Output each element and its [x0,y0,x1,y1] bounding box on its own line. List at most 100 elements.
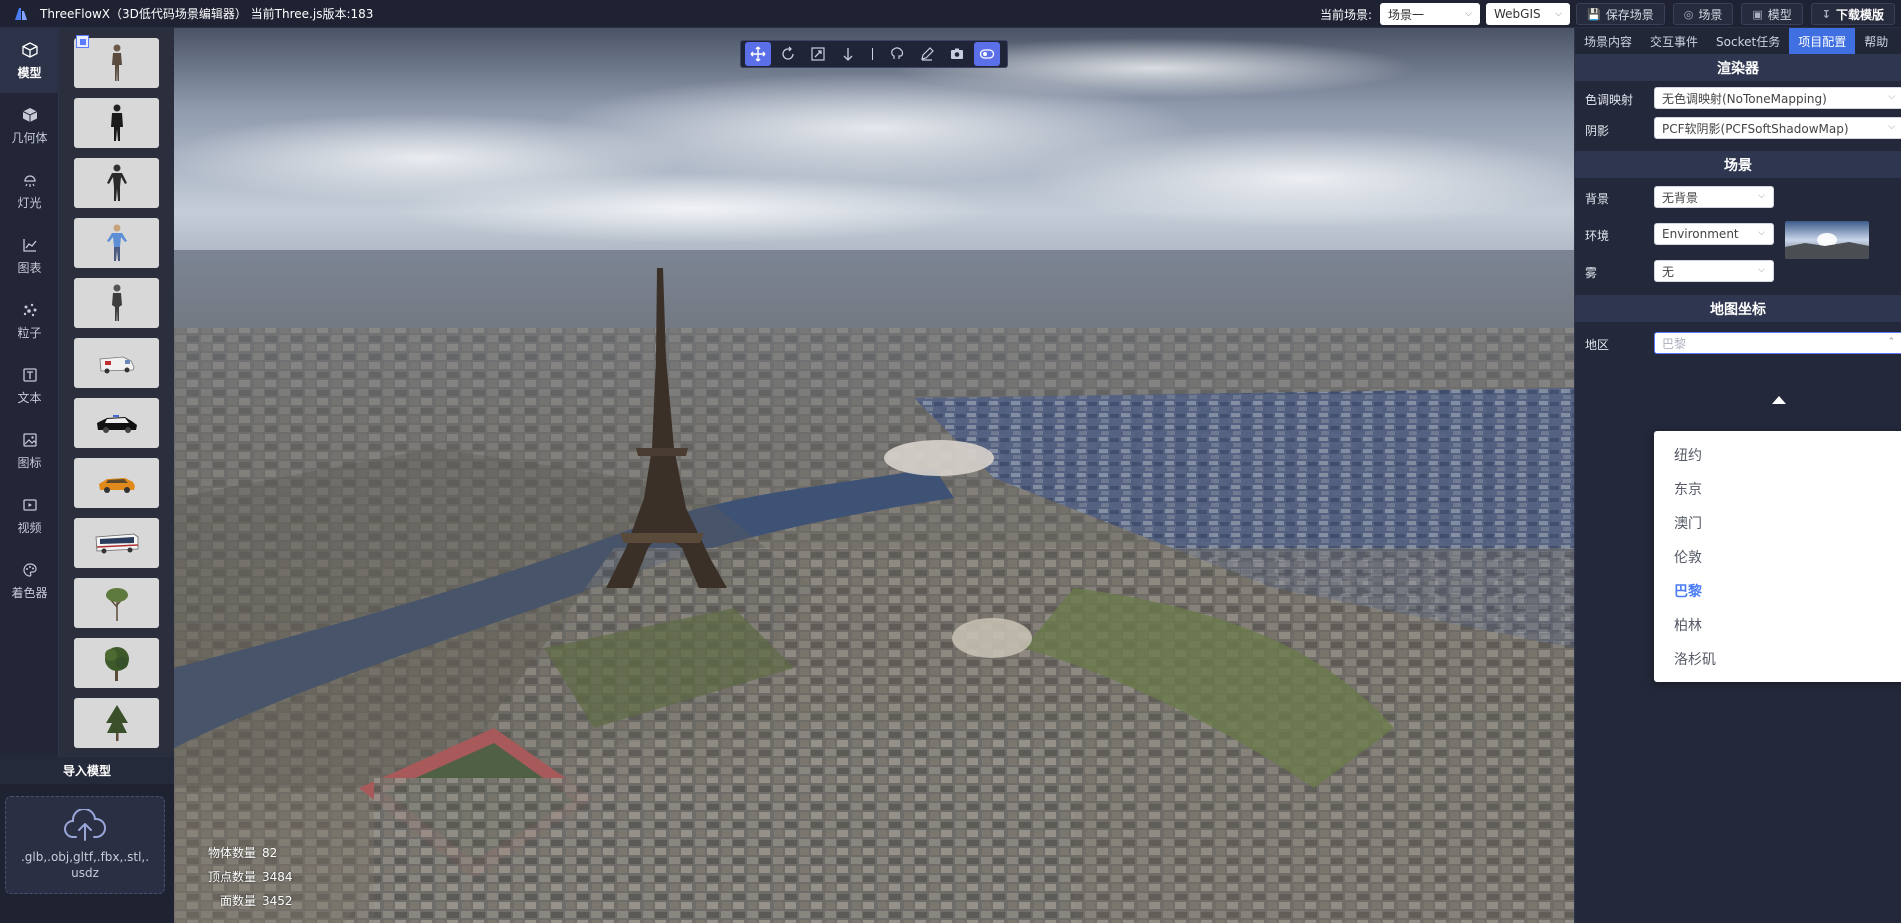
region-select[interactable]: 巴黎 ⌃ [1654,332,1901,354]
nav-item-chart[interactable]: 图表 [0,223,59,288]
region-label: 地区 [1585,338,1610,352]
rotate-icon[interactable] [775,42,801,66]
download-template-label: 下载模版 [1835,7,1884,22]
scene-select[interactable]: 场景一 ⌵ [1380,3,1480,25]
region-option[interactable]: 纽约 [1654,438,1901,472]
person-model-icon [106,224,127,261]
asset-tile-person[interactable] [74,218,159,268]
asset-tile-police-car[interactable] [74,398,159,448]
nav-item-text[interactable]: 文本 [0,353,59,418]
mode-select[interactable]: WebGIS ⌵ [1486,3,1570,25]
tab-project-config[interactable]: 项目配置 [1789,28,1856,54]
asset-tile-tree[interactable] [74,578,159,628]
region-option[interactable]: 洛杉矶 [1654,642,1901,676]
download-icon: ↧ [1821,7,1831,21]
tone-mapping-label: 色调映射 [1585,93,1634,107]
tab-socket-tasks[interactable]: Socket任务 [1707,28,1789,54]
nav-label: 模型 [17,65,42,80]
mode-select-value: WebGIS [1494,7,1541,21]
camera-icon[interactable] [944,42,970,66]
cube-outline-icon [21,41,39,59]
environment-select[interactable]: Environment ⌵ [1654,223,1774,245]
stat-value: 82 [262,846,278,860]
move-icon[interactable] [745,42,771,66]
cube-icon: ▣ [1752,7,1763,21]
nav-label: 图标 [17,455,42,470]
nav-label: 文本 [17,390,42,405]
person-model-icon [111,284,122,321]
scene-button[interactable]: ◎ 场景 [1672,3,1734,25]
region-option[interactable]: 柏林 [1654,608,1901,642]
background-label: 背景 [1585,192,1610,206]
nav-label: 粒子 [17,325,42,340]
region-option[interactable]: 澳门 [1654,506,1901,540]
drop-to-ground-icon[interactable] [835,42,861,66]
asset-tile-person[interactable] [74,98,159,148]
stat-label: 面数量 [220,894,257,908]
asset-tile-tree[interactable] [74,638,159,688]
brain-icon[interactable] [884,42,910,66]
save-scene-button[interactable]: 💾 保存场景 [1576,3,1665,25]
region-option-selected[interactable]: 巴黎 [1654,574,1901,608]
particle-icon [21,301,39,319]
scale-icon[interactable] [805,42,831,66]
stat-value: 3452 [262,894,293,908]
region-option[interactable]: 东京 [1654,472,1901,506]
import-model-panel: 导入模型 .glb,.obj,gltf,.fbx,.stl,.usdz [0,757,174,923]
import-model-title: 导入模型 [0,757,174,784]
scene-button-label: 场景 [1698,7,1723,22]
shadow-row: 阴影 PCF软阴影(PCFSoftShadowMap) ⌵ [1575,116,1901,151]
tab-scene-content[interactable]: 场景内容 [1575,28,1641,54]
tone-mapping-value: 无色调映射(NoToneMapping) [1662,91,1827,106]
upload-formats-text: .glb,.obj,gltf,.fbx,.stl,.usdz [20,850,150,880]
chevron-up-icon: ⌃ [1887,337,1895,347]
tone-mapping-select[interactable]: 无色调映射(NoToneMapping) ⌵ [1654,87,1901,109]
fog-value: 无 [1662,264,1675,279]
shadow-select[interactable]: PCF软阴影(PCFSoftShadowMap) ⌵ [1654,117,1901,139]
nav-item-model[interactable]: 模型 [0,28,59,93]
nav-label: 视频 [17,520,42,535]
asset-tile-tree[interactable] [74,698,159,748]
paris-3d-scene[interactable] [174,28,1574,923]
3d-viewport[interactable]: 物体数量 82 顶点数量 3484 面数量 3452 [174,28,1574,923]
text-icon [21,366,39,384]
stat-object-count: 物体数量 82 [208,841,293,865]
region-dropdown: 纽约 东京 澳门 伦敦 巴黎 柏林 洛杉矶 [1654,431,1901,682]
nav-item-particle[interactable]: 粒子 [0,288,59,353]
asset-tile-taxi[interactable] [74,458,159,508]
asset-tile-bus[interactable] [74,518,159,568]
download-template-button[interactable]: ↧ 下载模版 [1810,3,1895,25]
toggle-icon[interactable] [974,42,1000,66]
light-icon [21,171,39,189]
region-option[interactable]: 伦敦 [1654,540,1901,574]
scene-select-value: 场景一 [1388,7,1425,22]
asset-tile-ambulance[interactable] [74,338,159,388]
chevron-down-icon: ⌵ [1888,92,1895,102]
nav-item-geometry[interactable]: 几何体 [0,93,59,158]
taxi-model-icon [98,478,135,493]
model-button[interactable]: ▣ 模型 [1741,3,1803,25]
pen-icon[interactable] [914,42,940,66]
tab-interaction-events[interactable]: 交互事件 [1641,28,1707,54]
nav-item-video[interactable]: 视频 [0,483,59,548]
nav-item-light[interactable]: 灯光 [0,158,59,223]
tree-model-icon [104,647,129,681]
nav-item-icon[interactable]: 图标 [0,418,59,483]
environment-label: 环境 [1585,229,1610,243]
top-bar: ThreeFlowX（3D低代码场景编辑器） 当前Three.js版本:183 … [0,0,1901,28]
select-checkbox[interactable] [76,35,89,48]
upload-dropzone[interactable]: .glb,.obj,gltf,.fbx,.stl,.usdz [5,796,165,894]
scene-stats: 物体数量 82 顶点数量 3484 面数量 3452 [208,841,293,913]
asset-tile-person[interactable] [74,158,159,208]
tab-help[interactable]: 帮助 [1855,28,1897,54]
nav-item-shader[interactable]: 着色器 [0,548,59,613]
tree-model-icon [105,588,128,621]
stat-label: 物体数量 [208,846,257,860]
fog-select[interactable]: 无 ⌵ [1654,260,1774,282]
fog-row: 雾 无 ⌵ [1575,252,1901,289]
asset-tile-person[interactable] [74,278,159,328]
chevron-down-icon: ⌵ [1758,265,1765,275]
stat-value: 3484 [262,870,293,884]
transform-toolbar [740,40,1008,68]
background-select[interactable]: 无背景 ⌵ [1654,186,1774,208]
